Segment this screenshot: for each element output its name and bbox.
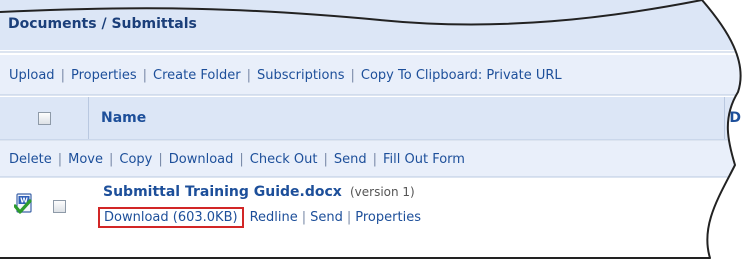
subscriptions-link[interactable]: Subscriptions <box>257 68 345 83</box>
action-separator: | <box>57 151 63 167</box>
action-separator: | <box>239 151 244 167</box>
select-all-cell <box>0 97 89 139</box>
file-links: Download (603.0KB) Redline | Send | Prop… <box>98 207 421 228</box>
copy-private-url-link[interactable]: Copy To Clipboard: Private URL <box>361 68 562 83</box>
action-separator: | <box>323 151 328 167</box>
file-actions-bar: Delete | Move | Copy | Download | Check … <box>0 142 745 176</box>
upload-link[interactable]: Upload <box>9 68 55 83</box>
file-version: (version 1) <box>349 185 415 199</box>
copy-link[interactable]: Copy <box>119 152 152 167</box>
link-separator: | <box>346 210 352 225</box>
link-separator: | <box>301 210 307 225</box>
action-separator: | <box>158 151 163 167</box>
download-action-link[interactable]: Download <box>169 152 234 167</box>
send-file-link[interactable]: Send <box>310 210 343 225</box>
properties-link[interactable]: Properties <box>71 68 137 83</box>
toolbar-separator: | <box>350 67 355 83</box>
toolbar-separator: | <box>60 67 65 83</box>
check-out-link[interactable]: Check Out <box>250 152 318 167</box>
redline-link[interactable]: Redline <box>250 210 298 225</box>
panel-title-text: Documents / Submittals <box>8 16 197 32</box>
download-file-link[interactable]: Download (603.0KB) <box>104 210 238 225</box>
delete-link[interactable]: Delete <box>9 152 52 167</box>
word-document-checked-icon[interactable]: W <box>14 193 36 217</box>
file-name-link[interactable]: Submittal Training Guide.docx <box>103 184 342 200</box>
toolbar-separator: | <box>142 67 148 83</box>
file-title-line: Submittal Training Guide.docx (version 1… <box>103 184 415 200</box>
next-column-header[interactable]: D <box>724 97 741 139</box>
action-separator: | <box>372 151 377 167</box>
fill-out-form-link[interactable]: Fill Out Form <box>383 152 465 167</box>
create-folder-link[interactable]: Create Folder <box>153 68 241 83</box>
download-highlight-box: Download (603.0KB) <box>98 207 244 228</box>
document-toolbar: Upload | Properties | Create Folder | Su… <box>0 57 745 93</box>
select-all-checkbox[interactable] <box>37 111 51 125</box>
panel-title: Documents / Submittals <box>0 0 740 48</box>
list-header-row: Name D <box>0 97 745 139</box>
file-select-checkbox[interactable] <box>53 200 66 213</box>
toolbar-separator: | <box>246 67 251 83</box>
file-properties-link[interactable]: Properties <box>355 210 421 225</box>
action-separator: | <box>108 151 114 167</box>
move-link[interactable]: Move <box>68 152 103 167</box>
send-action-link[interactable]: Send <box>334 152 367 167</box>
name-column-header[interactable]: Name <box>89 110 724 126</box>
